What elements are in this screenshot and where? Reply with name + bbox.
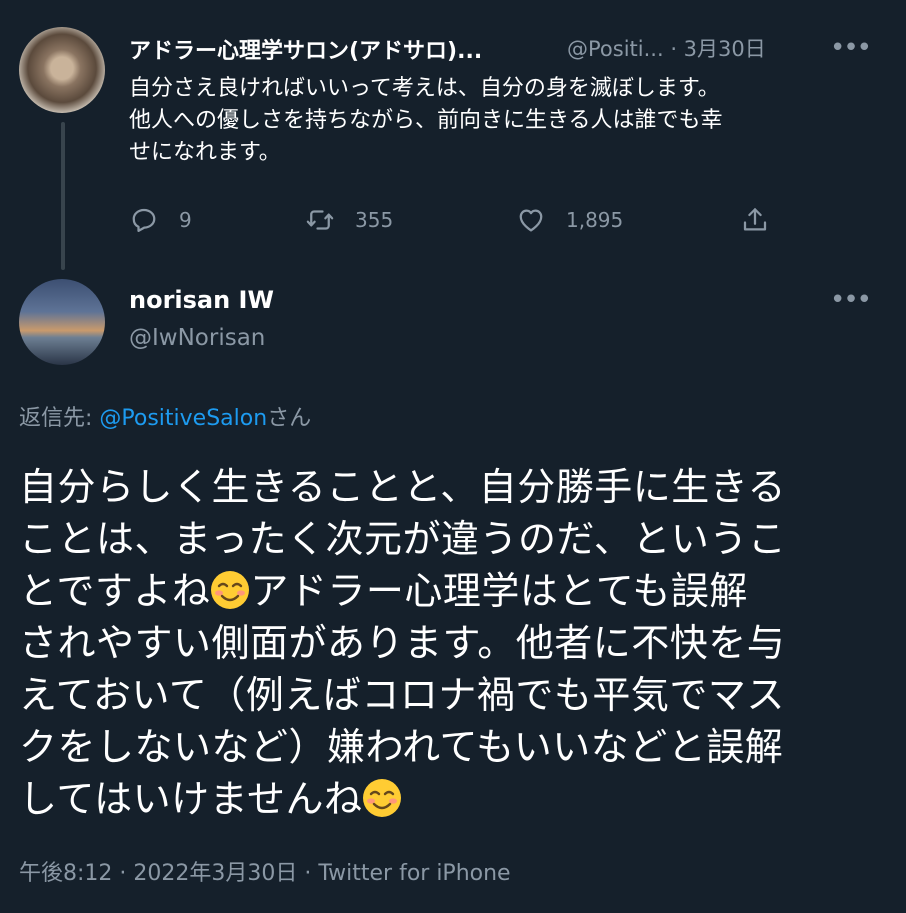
reply-author-name[interactable]: norisan IW — [129, 286, 274, 314]
retweet-count: 355 — [355, 208, 394, 232]
reply-tweet-meta[interactable]: 午後8:12 · 2022年3月30日 · Twitter for iPhone — [19, 855, 511, 887]
reply-author-handle[interactable]: @IwNorisan — [129, 325, 265, 351]
original-tweet-more-button[interactable]: ••• — [830, 35, 872, 61]
tweet-text-line: 自分らしく生きることと、自分勝手に生きる — [19, 465, 786, 509]
reply-tweet-text: 自分らしく生きることと、自分勝手に生きる ことは、まったく次元が違うのだ、という… — [19, 461, 894, 825]
like-button[interactable]: 1,895 — [516, 203, 623, 237]
original-author-avatar[interactable] — [19, 27, 105, 113]
replying-to-label: 返信先: — [19, 406, 100, 431]
replying-to: 返信先: @PositiveSalonさん — [19, 400, 311, 432]
original-tweet-date[interactable]: · 3月30日 — [670, 37, 765, 61]
smiling-face-emoji-icon — [211, 571, 250, 609]
tweet-text-line: せになれます。 — [129, 140, 281, 165]
ellipsis-icon: ••• — [830, 285, 872, 315]
tweet-text-segment: アドラー心理学はとても誤解 — [250, 569, 748, 613]
tweet-text-segment: とですよね — [19, 569, 211, 613]
reply-icon — [132, 208, 156, 232]
share-icon — [743, 208, 767, 231]
retweet-button[interactable]: 355 — [305, 203, 393, 237]
retweet-icon — [306, 210, 334, 230]
thread-connector-line — [61, 122, 65, 270]
tweet-text-line: 他人への優しさを持ちながら、前向きに生きる人は誰でも幸 — [129, 108, 723, 133]
reply-count: 9 — [179, 208, 192, 232]
reply-button[interactable]: 9 — [129, 203, 192, 237]
tweet-text-segment: してはいけませんね — [19, 777, 363, 821]
reply-tweet-more-button[interactable]: ••• — [830, 287, 872, 313]
reply-author-avatar[interactable] — [19, 279, 105, 365]
replying-to-link[interactable]: @PositiveSalon — [99, 406, 267, 431]
original-author-name[interactable]: アドラー心理学サロン(アドサロ)... — [129, 33, 482, 65]
original-author-handle[interactable]: @Positi... — [567, 37, 664, 61]
tweet-text-line: クをしないなど）嫌われてもいいなどと誤解 — [19, 725, 784, 769]
tweet-text-line: してはいけませんね — [19, 773, 894, 825]
share-button[interactable] — [740, 203, 790, 237]
replying-to-suffix: さん — [267, 406, 312, 431]
original-author-handle-and-date[interactable]: @Positi... · 3月30日 — [567, 33, 766, 63]
tweet-text-line: とですよね アドラー心理学はとても誤解 — [19, 565, 894, 617]
like-count: 1,895 — [566, 208, 624, 232]
smiling-face-emoji-icon — [363, 779, 402, 817]
tweet-text-line: 自分さえ良ければいいって考えは、自分の身を滅ぼします。 — [129, 76, 720, 101]
tweet-text-line: えておいて（例えばコロナ禍でも平気でマス — [19, 673, 785, 717]
tweet-text-line: ことは、まったく次元が違うのだ、というこ — [19, 517, 787, 561]
heart-icon — [519, 209, 543, 232]
original-tweet-text: 自分さえ良ければいいって考えは、自分の身を滅ぼします。 他人への優しさを持ちなが… — [129, 73, 869, 169]
ellipsis-icon: ••• — [830, 33, 872, 63]
tweet-text-line: されやすい側面があります。他者に不快を与 — [19, 621, 786, 665]
